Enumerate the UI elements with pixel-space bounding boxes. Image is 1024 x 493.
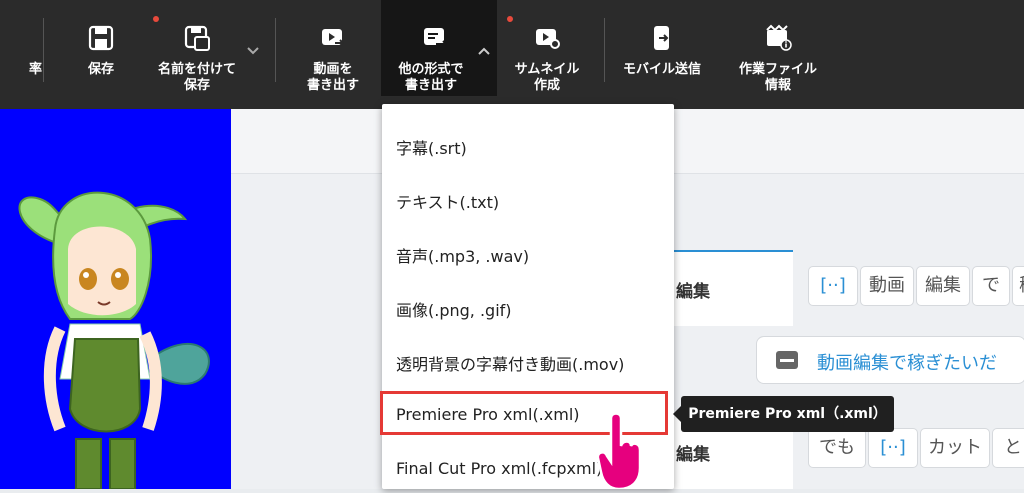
chip-1-2[interactable]: 動画 (860, 266, 914, 306)
project-info-icon (766, 24, 792, 51)
tooltip: Premiere Pro xml（.xml） (673, 396, 894, 432)
mobile-send-button-label: モバイル送信 (622, 62, 701, 77)
chip-2-1[interactable]: でも (808, 428, 866, 468)
chip-2-3[interactable]: カット (920, 428, 990, 468)
thumbnail-button[interactable]: サムネイル 作成 (504, 0, 590, 96)
save-as-icon (184, 25, 210, 51)
chevron-down-icon[interactable] (246, 46, 260, 56)
toolbar-separator (275, 18, 276, 82)
chip-2-4[interactable]: と (992, 428, 1024, 468)
export-other-format-button-label: 他の形式で 書き出す (398, 62, 464, 93)
chip-1-4[interactable]: で (972, 266, 1010, 306)
toolbar-separator (604, 18, 605, 82)
save-icon (88, 25, 114, 51)
save-button[interactable]: 保存 (70, 0, 132, 96)
video-preview[interactable] (0, 109, 231, 490)
hand-cursor-icon (597, 412, 642, 489)
chevron-up-icon (478, 47, 490, 55)
export-other-format-button[interactable]: 他の形式で 書き出す (381, 0, 497, 96)
export-file-icon (424, 28, 448, 48)
menu-item-image[interactable]: 画像(.png, .gif) (396, 297, 512, 321)
menu-item-txt[interactable]: テキスト(.txt) (396, 189, 499, 213)
save-as-button-label: 名前を付けて 保存 (157, 62, 236, 93)
chip-1-3[interactable]: 編集 (916, 266, 970, 306)
thumbnail-button-label: サムネイル 作成 (514, 62, 580, 93)
mobile-send-button[interactable]: モバイル送信 (612, 0, 712, 96)
subtitle-text-box[interactable]: 動画編集で稼ぎたいだ (756, 336, 1024, 384)
export-video-button-label: 動画を 書き出す (306, 62, 359, 93)
chip-2-2[interactable]: [··] (868, 428, 918, 468)
mobile-icon (654, 26, 669, 50)
save-button-label: 保存 (87, 62, 114, 77)
character-illustration (18, 191, 210, 490)
menu-item-audio[interactable]: 音声(.mp3, .wav) (396, 243, 529, 267)
toolbar-separator (43, 18, 44, 82)
menu-item-srt[interactable]: 字幕(.srt) (396, 135, 467, 159)
row-2-label: 編集 (676, 445, 710, 465)
toolbar: 率 保存 名前を付けて 保存 動画を 書き出す 他の形式で 書き出す サムネイル… (0, 0, 1024, 109)
chip-1-5[interactable]: 稼 (1012, 266, 1024, 306)
ratio-button-label: 率 (28, 62, 42, 77)
unsaved-dot (153, 16, 159, 22)
row-1-label: 編集 (676, 282, 710, 302)
export-video-icon (322, 29, 345, 47)
subtitle-icon (776, 351, 798, 369)
chip-1-1[interactable]: [··] (808, 266, 858, 306)
project-info-button-label: 作業ファイル 情報 (738, 62, 817, 93)
thumbnail-icon (536, 29, 560, 49)
subtitle-text: 動画編集で稼ぎたいだ (817, 353, 997, 374)
export-video-button[interactable]: 動画を 書き出す (296, 0, 370, 96)
menu-item-mov[interactable]: 透明背景の字幕付き動画(.mov) (396, 351, 624, 375)
notification-dot (507, 16, 513, 22)
save-as-button[interactable]: 名前を付けて 保存 (146, 0, 248, 96)
menu-item-fcpxml[interactable]: Final Cut Pro xml(.fcpxml) (396, 459, 602, 478)
project-info-button[interactable]: 作業ファイル 情報 (724, 0, 832, 96)
ratio-button[interactable]: 率 (0, 0, 42, 96)
